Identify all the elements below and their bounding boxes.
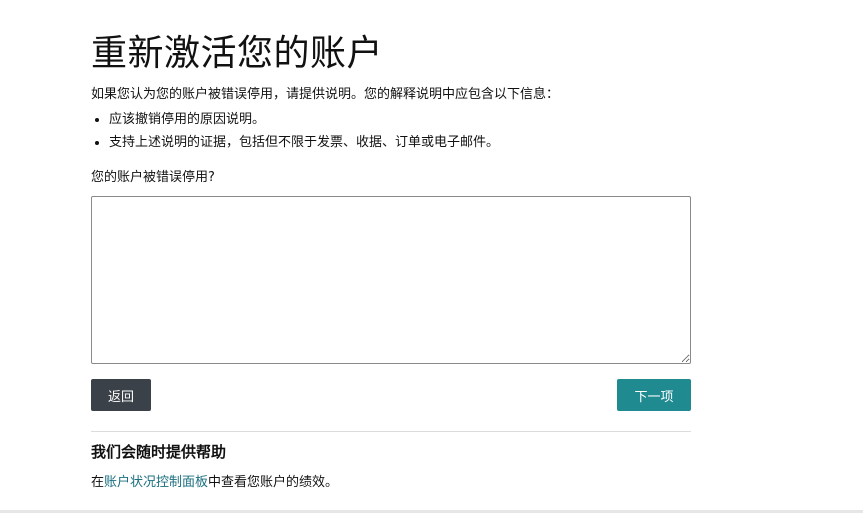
list-item: 应该撤销停用的原因说明。 (109, 108, 691, 131)
list-item: 支持上述说明的证据，包括但不限于发票、收据、订单或电子邮件。 (109, 131, 691, 154)
section-divider (91, 431, 691, 432)
question-label: 您的账户被错误停用? (91, 170, 215, 185)
info-requirements-list: 应该撤销停用的原因说明。 支持上述说明的证据，包括但不限于发票、收据、订单或电子… (91, 108, 691, 154)
reactivation-form: 重新激活您的账户 如果您认为您的账户被错误停用，请提供说明。您的解释说明中应包含… (91, 30, 691, 492)
next-button[interactable]: 下一项 (617, 379, 691, 411)
back-button[interactable]: 返回 (91, 379, 151, 411)
textarea-wrapper (91, 196, 691, 364)
help-text-prefix: 在 (91, 475, 105, 490)
page-title: 重新激活您的账户 (91, 33, 384, 74)
intro-text: 如果您认为您的账户被错误停用，请提供说明。您的解释说明中应包含以下信息： (91, 87, 560, 102)
account-health-dashboard-link[interactable]: 账户状况控制面板 (104, 475, 208, 490)
page: 重新激活您的账户 如果您认为您的账户被错误停用，请提供说明。您的解释说明中应包含… (0, 0, 863, 513)
help-text-suffix: 中查看您账户的绩效。 (208, 475, 339, 490)
form-actions: 返回 下一项 (91, 379, 691, 411)
explanation-textarea[interactable] (91, 196, 691, 364)
help-heading: 我们会随时提供帮助 (91, 443, 227, 461)
help-text: 在账户状况控制面板中查看您账户的绩效。 (91, 474, 691, 492)
